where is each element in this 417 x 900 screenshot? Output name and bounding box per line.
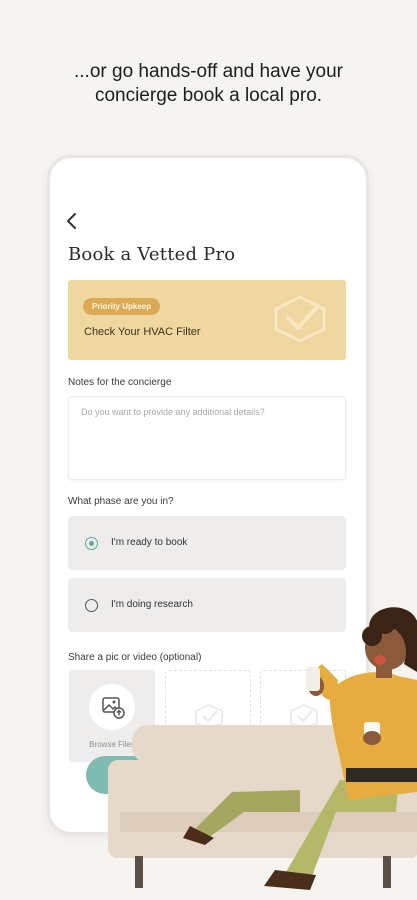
media-label: Share a pic or video (optional) (68, 652, 202, 663)
notes-placeholder: Do you want to provide any additional de… (81, 407, 265, 417)
media-slot[interactable] (165, 670, 251, 762)
task-card: Priority Upkeep Check Your HVAC Filter (68, 280, 346, 360)
headline-line-1: ...or go hands-off and have your (74, 61, 343, 82)
priority-badge: Priority Upkeep (83, 298, 161, 315)
notes-textarea[interactable]: Do you want to provide any additional de… (68, 396, 346, 480)
headline-line-2: concierge book a local pro. (94, 85, 323, 106)
phone-frame: Book a Vetted Pro Priority Upkeep Check … (47, 155, 369, 835)
phase-label: What phase are you in? (68, 496, 174, 507)
task-name: Check Your HVAC Filter (84, 326, 201, 338)
radio-selected-icon[interactable] (85, 537, 98, 550)
submit-button[interactable] (86, 756, 326, 794)
page-title: Book a Vetted Pro (68, 244, 236, 265)
back-button[interactable] (64, 210, 80, 232)
media-slot[interactable] (260, 670, 346, 762)
radio-unselected-icon[interactable] (85, 599, 98, 612)
browse-files-button[interactable]: Browse Files (69, 670, 155, 762)
phase-option-label: I'm doing research (111, 599, 193, 610)
browse-files-label: Browse Files (89, 740, 135, 749)
shield-check-icon (274, 295, 326, 343)
shield-check-icon (290, 703, 318, 731)
upload-circle (89, 684, 135, 730)
notes-label: Notes for the concierge (68, 377, 172, 388)
phase-option-ready[interactable]: I'm ready to book (68, 516, 346, 570)
phase-option-research[interactable]: I'm doing research (68, 578, 346, 632)
phase-option-label: I'm ready to book (111, 537, 188, 548)
marketing-headline: ...or go hands-off and have your concier… (20, 60, 397, 108)
shield-check-icon (195, 703, 223, 731)
image-upload-icon (102, 697, 125, 719)
back-chevron-icon (67, 213, 76, 229)
